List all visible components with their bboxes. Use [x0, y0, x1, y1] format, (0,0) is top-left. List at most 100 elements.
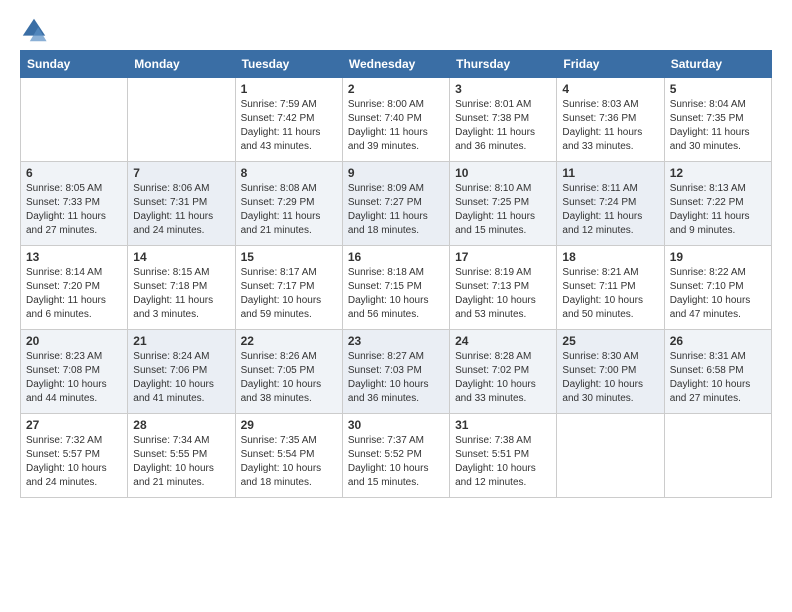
- day-cell-9: 9 Sunrise: 8:09 AM Sunset: 7:27 PM Daylig…: [342, 162, 449, 246]
- week-row-2: 6 Sunrise: 8:05 AM Sunset: 7:33 PM Daylig…: [21, 162, 772, 246]
- day-cell-5: 5 Sunrise: 8:04 AM Sunset: 7:35 PM Daylig…: [664, 78, 771, 162]
- day-cell-14: 14 Sunrise: 8:15 AM Sunset: 7:18 PM Dayli…: [128, 246, 235, 330]
- day-number: 5: [670, 82, 766, 96]
- day-number: 25: [562, 334, 658, 348]
- day-number: 15: [241, 250, 337, 264]
- day-number: 17: [455, 250, 551, 264]
- day-cell-28: 28 Sunrise: 7:34 AM Sunset: 5:55 PM Dayli…: [128, 414, 235, 498]
- day-number: 28: [133, 418, 229, 432]
- day-number: 20: [26, 334, 122, 348]
- week-row-1: 1 Sunrise: 7:59 AM Sunset: 7:42 PM Daylig…: [21, 78, 772, 162]
- day-cell-1: 1 Sunrise: 7:59 AM Sunset: 7:42 PM Daylig…: [235, 78, 342, 162]
- day-cell-26: 26 Sunrise: 8:31 AM Sunset: 6:58 PM Dayli…: [664, 330, 771, 414]
- day-number: 30: [348, 418, 444, 432]
- day-content: Sunrise: 8:28 AM Sunset: 7:02 PM Dayligh…: [455, 350, 551, 406]
- day-content: Sunrise: 7:37 AM Sunset: 5:52 PM Dayligh…: [348, 434, 444, 490]
- header: [20, 16, 772, 44]
- day-content: Sunrise: 8:23 AM Sunset: 7:08 PM Dayligh…: [26, 350, 122, 406]
- day-content: Sunrise: 7:59 AM Sunset: 7:42 PM Dayligh…: [241, 98, 337, 154]
- day-content: Sunrise: 8:17 AM Sunset: 7:17 PM Dayligh…: [241, 266, 337, 322]
- day-content: Sunrise: 8:09 AM Sunset: 7:27 PM Dayligh…: [348, 182, 444, 238]
- page-container: SundayMondayTuesdayWednesdayThursdayFrid…: [0, 0, 792, 508]
- day-number: 3: [455, 82, 551, 96]
- day-number: 24: [455, 334, 551, 348]
- col-header-saturday: Saturday: [664, 51, 771, 78]
- day-cell-10: 10 Sunrise: 8:10 AM Sunset: 7:25 PM Dayli…: [450, 162, 557, 246]
- day-number: 22: [241, 334, 337, 348]
- day-cell-3: 3 Sunrise: 8:01 AM Sunset: 7:38 PM Daylig…: [450, 78, 557, 162]
- day-number: 13: [26, 250, 122, 264]
- day-number: 2: [348, 82, 444, 96]
- day-number: 11: [562, 166, 658, 180]
- day-content: Sunrise: 8:26 AM Sunset: 7:05 PM Dayligh…: [241, 350, 337, 406]
- day-cell-24: 24 Sunrise: 8:28 AM Sunset: 7:02 PM Dayli…: [450, 330, 557, 414]
- calendar-table: SundayMondayTuesdayWednesdayThursdayFrid…: [20, 50, 772, 498]
- col-header-thursday: Thursday: [450, 51, 557, 78]
- day-content: Sunrise: 7:34 AM Sunset: 5:55 PM Dayligh…: [133, 434, 229, 490]
- day-cell-13: 13 Sunrise: 8:14 AM Sunset: 7:20 PM Dayli…: [21, 246, 128, 330]
- day-content: Sunrise: 7:35 AM Sunset: 5:54 PM Dayligh…: [241, 434, 337, 490]
- day-content: Sunrise: 8:10 AM Sunset: 7:25 PM Dayligh…: [455, 182, 551, 238]
- day-number: 31: [455, 418, 551, 432]
- day-cell-8: 8Sunrise: 8:08 AM Sunset: 7:29 PM Daylig…: [235, 162, 342, 246]
- day-cell-11: 11 Sunrise: 8:11 AM Sunset: 7:24 PM Dayli…: [557, 162, 664, 246]
- day-number: 21: [133, 334, 229, 348]
- day-cell-25: 25 Sunrise: 8:30 AM Sunset: 7:00 PM Dayli…: [557, 330, 664, 414]
- day-cell-19: 19 Sunrise: 8:22 AM Sunset: 7:10 PM Dayli…: [664, 246, 771, 330]
- day-cell-30: 30 Sunrise: 7:37 AM Sunset: 5:52 PM Dayli…: [342, 414, 449, 498]
- day-content: Sunrise: 8:14 AM Sunset: 7:20 PM Dayligh…: [26, 266, 122, 322]
- col-header-tuesday: Tuesday: [235, 51, 342, 78]
- col-header-monday: Monday: [128, 51, 235, 78]
- day-number: 9: [348, 166, 444, 180]
- day-content: Sunrise: 8:04 AM Sunset: 7:35 PM Dayligh…: [670, 98, 766, 154]
- day-number: 29: [241, 418, 337, 432]
- day-content: Sunrise: 8:01 AM Sunset: 7:38 PM Dayligh…: [455, 98, 551, 154]
- day-content: Sunrise: 8:05 AM Sunset: 7:33 PM Dayligh…: [26, 182, 122, 238]
- day-content: Sunrise: 8:27 AM Sunset: 7:03 PM Dayligh…: [348, 350, 444, 406]
- day-number: 23: [348, 334, 444, 348]
- day-content: Sunrise: 8:11 AM Sunset: 7:24 PM Dayligh…: [562, 182, 658, 238]
- empty-cell: [664, 414, 771, 498]
- day-content: Sunrise: 8:13 AM Sunset: 7:22 PM Dayligh…: [670, 182, 766, 238]
- day-content: Sunrise: 8:18 AM Sunset: 7:15 PM Dayligh…: [348, 266, 444, 322]
- day-content: Sunrise: 8:00 AM Sunset: 7:40 PM Dayligh…: [348, 98, 444, 154]
- logo-icon: [20, 16, 48, 44]
- day-content: Sunrise: 8:15 AM Sunset: 7:18 PM Dayligh…: [133, 266, 229, 322]
- day-number: 27: [26, 418, 122, 432]
- col-header-sunday: Sunday: [21, 51, 128, 78]
- empty-cell: [557, 414, 664, 498]
- day-cell-20: 20 Sunrise: 8:23 AM Sunset: 7:08 PM Dayli…: [21, 330, 128, 414]
- header-row: SundayMondayTuesdayWednesdayThursdayFrid…: [21, 51, 772, 78]
- day-number: 18: [562, 250, 658, 264]
- col-header-friday: Friday: [557, 51, 664, 78]
- day-cell-6: 6 Sunrise: 8:05 AM Sunset: 7:33 PM Daylig…: [21, 162, 128, 246]
- day-number: 6: [26, 166, 122, 180]
- week-row-3: 13 Sunrise: 8:14 AM Sunset: 7:20 PM Dayli…: [21, 246, 772, 330]
- day-cell-23: 23 Sunrise: 8:27 AM Sunset: 7:03 PM Dayli…: [342, 330, 449, 414]
- day-cell-27: 27Sunrise: 7:32 AM Sunset: 5:57 PM Dayli…: [21, 414, 128, 498]
- empty-cell: [128, 78, 235, 162]
- day-cell-7: 7 Sunrise: 8:06 AM Sunset: 7:31 PM Daylig…: [128, 162, 235, 246]
- day-number: 10: [455, 166, 551, 180]
- day-content: Sunrise: 8:24 AM Sunset: 7:06 PM Dayligh…: [133, 350, 229, 406]
- day-number: 26: [670, 334, 766, 348]
- day-content: Sunrise: 8:08 AM Sunset: 7:29 PM Dayligh…: [241, 182, 337, 238]
- day-cell-31: 31Sunrise: 7:38 AM Sunset: 5:51 PM Dayli…: [450, 414, 557, 498]
- day-number: 7: [133, 166, 229, 180]
- day-cell-29: 29 Sunrise: 7:35 AM Sunset: 5:54 PM Dayli…: [235, 414, 342, 498]
- day-content: Sunrise: 8:21 AM Sunset: 7:11 PM Dayligh…: [562, 266, 658, 322]
- day-content: Sunrise: 8:30 AM Sunset: 7:00 PM Dayligh…: [562, 350, 658, 406]
- day-cell-12: 12Sunrise: 8:13 AM Sunset: 7:22 PM Dayli…: [664, 162, 771, 246]
- day-number: 1: [241, 82, 337, 96]
- day-content: Sunrise: 8:06 AM Sunset: 7:31 PM Dayligh…: [133, 182, 229, 238]
- day-cell-17: 17Sunrise: 8:19 AM Sunset: 7:13 PM Dayli…: [450, 246, 557, 330]
- logo: [20, 16, 52, 44]
- day-cell-16: 16 Sunrise: 8:18 AM Sunset: 7:15 PM Dayli…: [342, 246, 449, 330]
- day-number: 19: [670, 250, 766, 264]
- day-content: Sunrise: 8:03 AM Sunset: 7:36 PM Dayligh…: [562, 98, 658, 154]
- day-number: 16: [348, 250, 444, 264]
- day-content: Sunrise: 8:22 AM Sunset: 7:10 PM Dayligh…: [670, 266, 766, 322]
- day-content: Sunrise: 8:31 AM Sunset: 6:58 PM Dayligh…: [670, 350, 766, 406]
- day-number: 14: [133, 250, 229, 264]
- day-cell-21: 21 Sunrise: 8:24 AM Sunset: 7:06 PM Dayli…: [128, 330, 235, 414]
